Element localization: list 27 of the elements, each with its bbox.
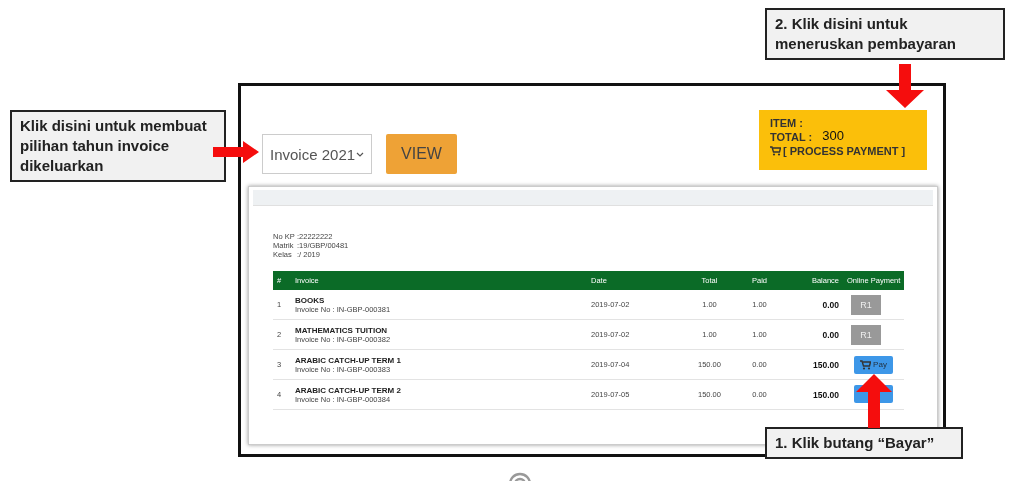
callout-note: 1. Klik butang “Bayar” [765,427,963,459]
view-button[interactable]: VIEW [386,134,457,174]
chevron-icon [356,151,364,157]
total-value: 300 [822,127,844,143]
cart-icon [860,359,872,370]
pay-button[interactable]: Pay [854,355,893,374]
table-cell: 150.00 [787,379,843,410]
total-label: TOTAL : [770,131,813,143]
callout-note: 2. Klik disini untuk meneruskan pembayaran [765,8,1005,60]
item-label: ITEM : [770,117,804,129]
pointer-arrow [856,374,892,428]
invoice-title: BOOKS [295,295,326,305]
receipt-button[interactable]: R1 [851,324,881,345]
pointer-arrow [213,141,259,163]
receipt-button[interactable]: R1 [851,294,881,315]
process-payment-link[interactable]: [ PROCESS PAYMENT ] [770,145,916,157]
cart-icon [770,146,781,156]
pointer-arrow [886,64,924,108]
ring-icon [508,472,532,481]
year-select[interactable]: Invoice 2021 [262,134,372,174]
invoice-title: MATHEMATICS TUITION [295,325,389,335]
table-cell: 0.00 [787,290,843,320]
callout-note: Klik disini untuk membuat pilihan tahun invoice dikeluarkan [10,110,226,182]
table-cell: 150.00 [787,349,843,380]
table-cell: 0.00 [787,319,843,350]
invoice-title: ARABIC CATCH-UP TERM 1 [295,355,402,365]
invoice-title: ARABIC CATCH-UP TERM 2 [295,385,402,395]
